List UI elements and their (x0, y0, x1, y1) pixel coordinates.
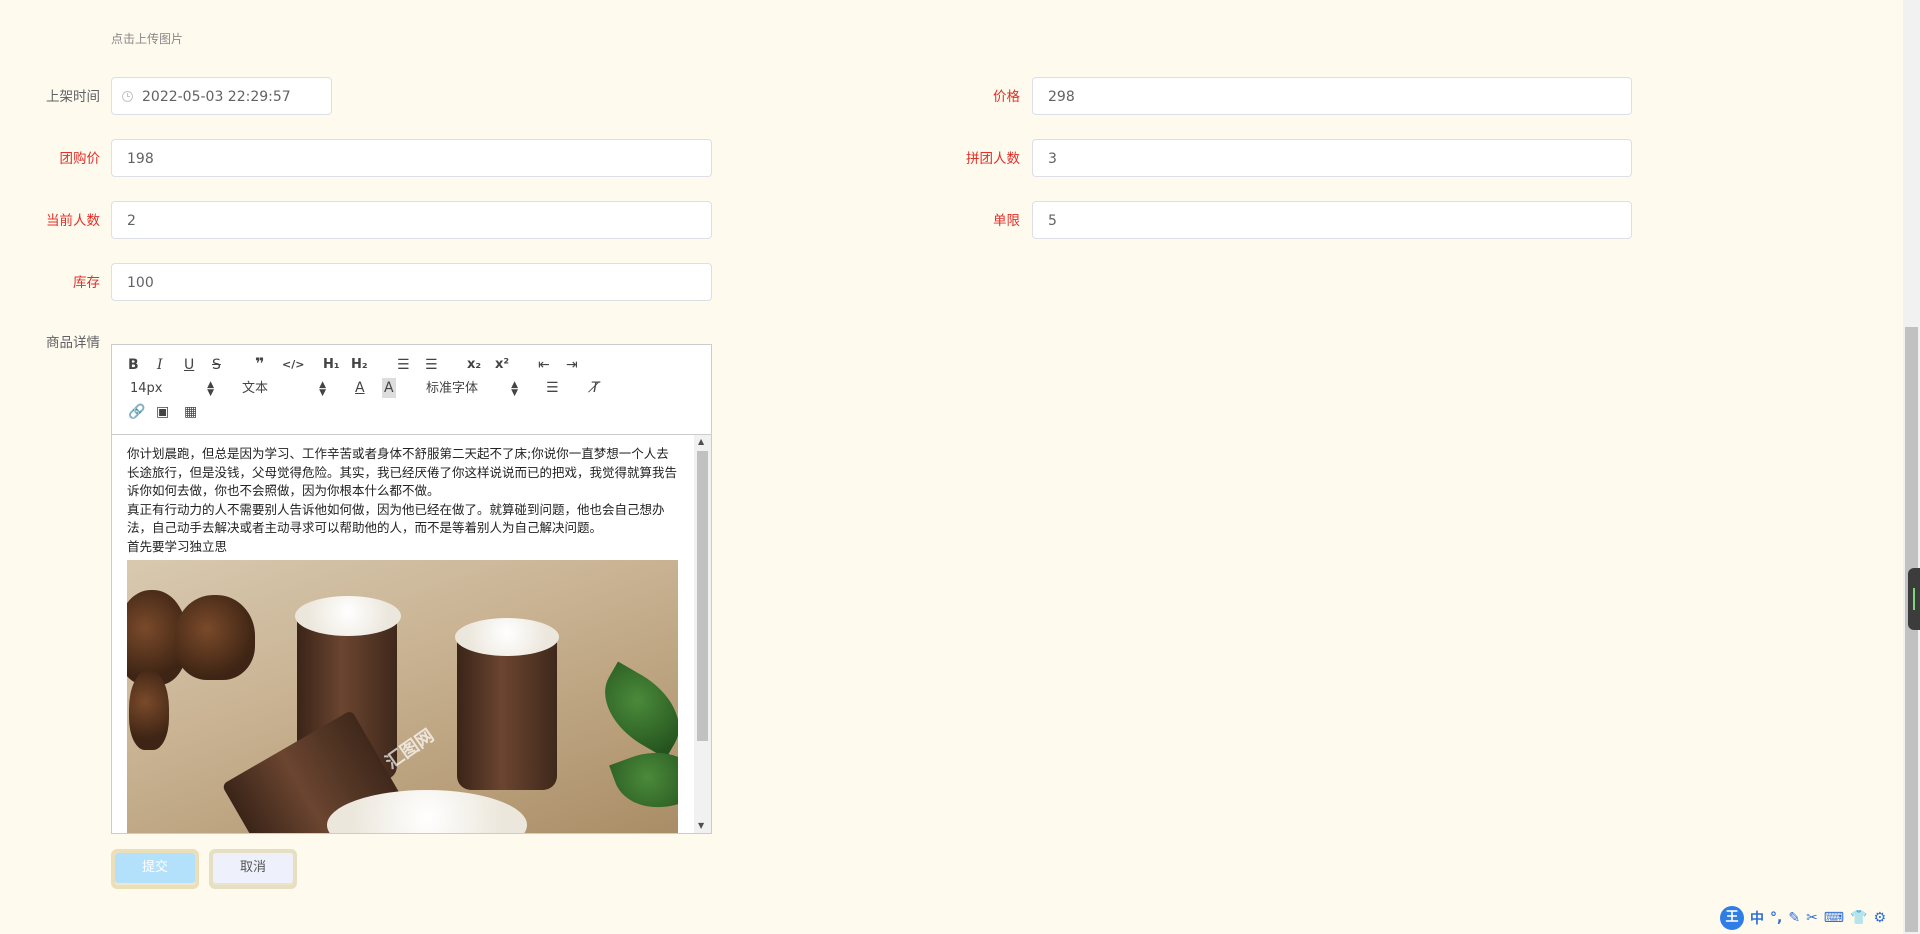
page-scrollbar[interactable] (1903, 0, 1920, 934)
cancel-label: 取消 (213, 853, 293, 883)
strike-button[interactable]: S (212, 355, 221, 375)
font-color-button[interactable]: A (355, 378, 365, 398)
paragraph: 你计划晨跑，但总是因为学习、工作辛苦或者身体不舒服第二天起不了床;你说你一直梦想… (127, 446, 678, 498)
settings-gear-icon[interactable]: ⚙ (1873, 910, 1886, 926)
clock-icon (122, 91, 133, 102)
price-label: 价格 (993, 89, 1020, 105)
group-size-input[interactable]: 3 (1032, 139, 1632, 177)
current-count-input[interactable]: 2 (111, 201, 712, 239)
bold-button[interactable]: B (128, 355, 139, 375)
rich-text-editor: B I U S ❞ </> H₁ H₂ ☰ ☰ x₂ x² ⇤ ⇥ 14px ▲… (111, 344, 712, 834)
ime-logo-icon[interactable]: 王 (1720, 906, 1744, 930)
font-size-value: 14px (130, 381, 163, 396)
submit-label: 提交 (115, 853, 195, 883)
editor-scrollbar[interactable]: ▲ ▼ (694, 435, 711, 833)
cancel-button[interactable]: 取消 (209, 849, 297, 889)
editor-toolbar: B I U S ❞ </> H₁ H₂ ☰ ☰ x₂ x² ⇤ ⇥ 14px ▲… (112, 345, 711, 435)
limit-input[interactable]: 5 (1032, 201, 1632, 239)
font-family-value: 标准字体 (426, 381, 479, 396)
skin-icon[interactable]: 👕 (1850, 910, 1867, 926)
submit-button[interactable]: 提交 (111, 849, 199, 889)
ordered-list-button[interactable]: ☰ (397, 355, 410, 375)
scroll-down-icon[interactable]: ▼ (698, 822, 704, 830)
editor-content[interactable]: 你计划晨跑，但总是因为学习、工作辛苦或者身体不舒服第二天起不了床;你说你一直梦想… (112, 435, 693, 833)
chevron-down-icon: ▼ (207, 388, 214, 398)
clear-format-button[interactable]: T̸ (591, 378, 600, 398)
underline-button[interactable]: U (184, 355, 194, 375)
code-block-button[interactable]: </> (282, 355, 304, 375)
chevron-down-icon: ▼ (319, 388, 326, 398)
current-count-label: 当前人数 (46, 213, 100, 229)
listing-time-picker[interactable]: 2022-05-03 22:29:57 (111, 77, 332, 115)
stock-label: 库存 (73, 275, 100, 291)
punctuation-icon[interactable]: °, (1770, 910, 1782, 926)
italic-button[interactable]: I (157, 355, 163, 375)
editor-text: 你计划晨跑，但总是因为学习、工作辛苦或者身体不舒服第二天起不了床;你说你一直梦想… (112, 435, 693, 556)
subscript-button[interactable]: x₂ (467, 355, 481, 375)
group-size-label: 拼团人数 (966, 151, 1020, 167)
link-icon[interactable]: 🔗 (128, 402, 145, 422)
side-panel-handle[interactable] (1908, 568, 1920, 630)
upload-hint[interactable]: 点击上传图片 (111, 30, 183, 47)
paragraph: 真正有行动力的人不需要别人告诉他如何做，因为他已经在做了。就算碰到问题，他也会自… (127, 501, 665, 536)
chevron-down-icon: ▼ (511, 388, 518, 398)
handwriting-icon[interactable]: ✎ (1788, 910, 1800, 926)
h2-button[interactable]: H₂ (351, 355, 368, 375)
product-photo: 汇图网 (127, 560, 678, 833)
listing-time-label: 上架时间 (46, 89, 100, 105)
font-size-picker[interactable]: 14px ▲ ▼ (130, 379, 214, 399)
header-picker[interactable]: 文本 ▲ ▼ (242, 379, 326, 399)
video-icon[interactable]: ▦ (184, 402, 197, 422)
paragraph: 首先要学习独立思 (127, 538, 228, 554)
h1-button[interactable]: H₁ (323, 355, 340, 375)
ime-mode-toggle[interactable]: 中 (1750, 908, 1764, 928)
indent-button[interactable]: ⇥ (566, 355, 578, 375)
listing-time-value: 2022-05-03 22:29:57 (142, 89, 291, 105)
keyboard-icon[interactable]: ⌨ (1824, 910, 1844, 926)
blockquote-button[interactable]: ❞ (255, 354, 264, 374)
align-button[interactable]: ☰ (546, 378, 559, 398)
scroll-thumb[interactable] (697, 451, 708, 741)
scroll-up-icon[interactable]: ▲ (698, 438, 704, 446)
font-family-picker[interactable]: 标准字体 ▲ ▼ (426, 379, 518, 399)
superscript-button[interactable]: x² (495, 355, 509, 375)
limit-label: 单限 (993, 213, 1020, 229)
price-input[interactable]: 298 (1032, 77, 1632, 115)
ime-toolbar: 王 中 °, ✎ ✂ ⌨ 👕 ⚙ (1720, 906, 1892, 930)
outdent-button[interactable]: ⇤ (538, 355, 550, 375)
details-label: 商品详情 (46, 335, 100, 351)
image-icon[interactable]: ▣ (156, 402, 169, 422)
scissors-icon[interactable]: ✂ (1806, 910, 1818, 926)
bullet-list-button[interactable]: ☰ (425, 355, 438, 375)
group-price-label: 团购价 (59, 151, 101, 167)
group-price-input[interactable]: 198 (111, 139, 712, 177)
background-color-button[interactable]: A (382, 378, 396, 398)
stock-input[interactable]: 100 (111, 263, 712, 301)
header-value: 文本 (242, 381, 269, 396)
